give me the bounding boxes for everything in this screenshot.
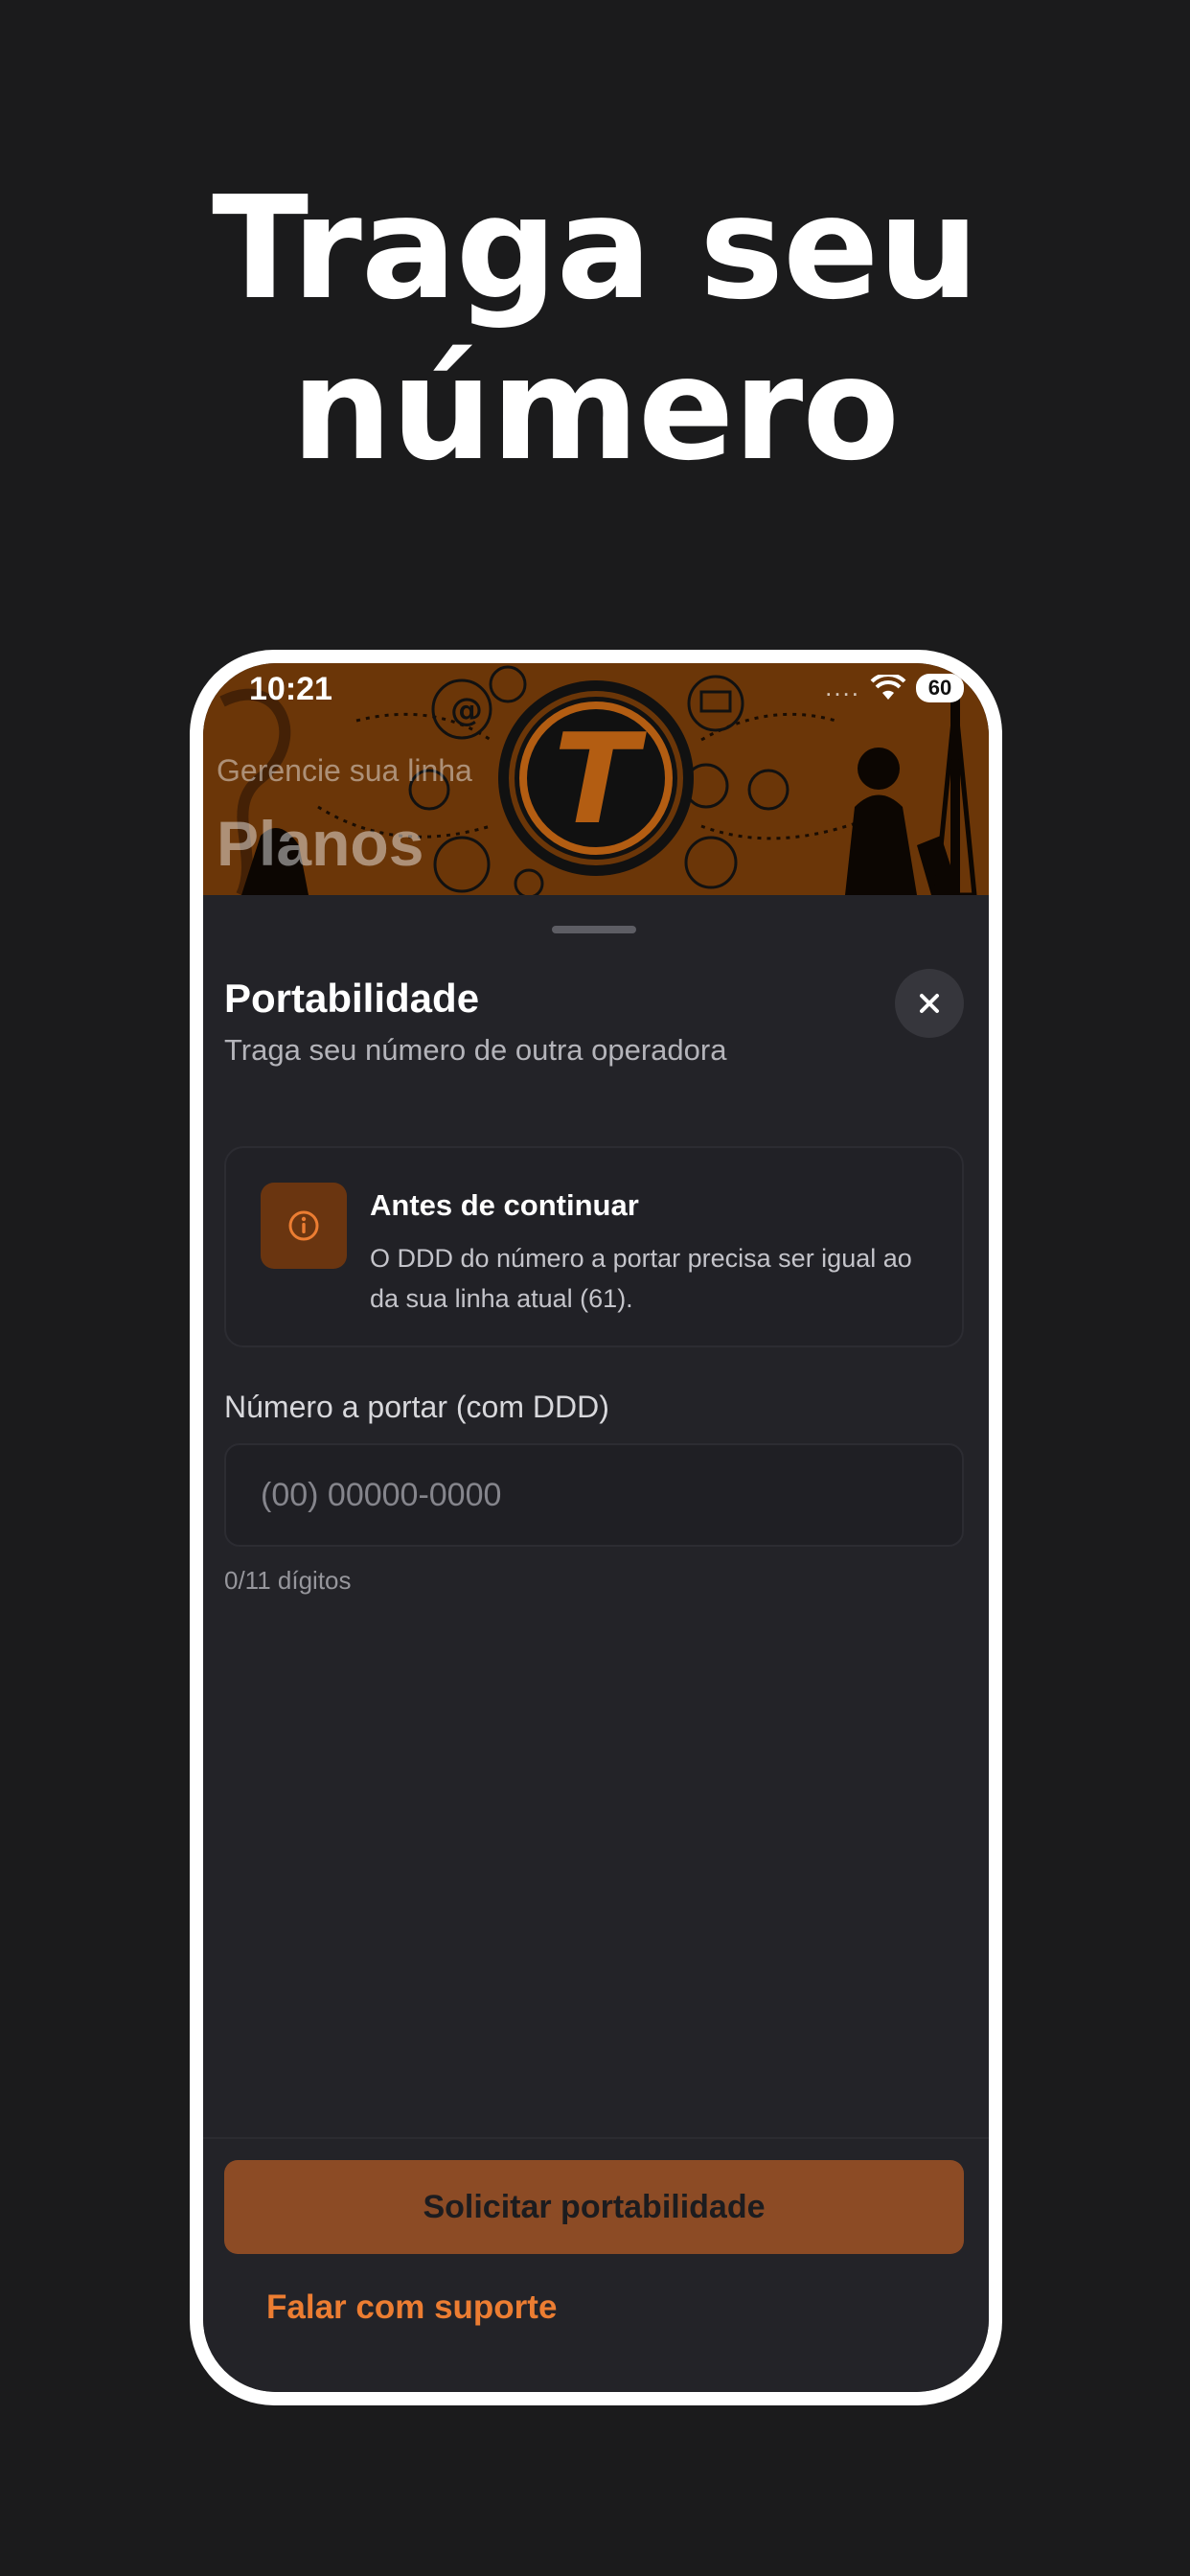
info-body: O DDD do número a portar precisa ser igu… bbox=[370, 1244, 912, 1313]
support-link[interactable]: Falar com suporte bbox=[266, 2288, 557, 2327]
info-card: Antes de continuar O DDD do número a por… bbox=[224, 1146, 964, 1347]
signal-icon: .... bbox=[825, 673, 860, 702]
request-portability-button[interactable]: Solicitar portabilidade bbox=[224, 2160, 964, 2254]
phone-number-label: Número a portar (com DDD) bbox=[224, 1390, 609, 1424]
info-title: Antes de continuar bbox=[370, 1188, 639, 1222]
info-icon-badge bbox=[261, 1183, 347, 1269]
close-button[interactable] bbox=[895, 969, 964, 1038]
digit-counter: 0/11 dígitos bbox=[224, 1566, 352, 1595]
headline-line-2: número bbox=[291, 327, 900, 492]
phone-screen: @ T 10:21 .... 60 Gerencie sua linha Pla… bbox=[203, 663, 989, 2392]
footer-divider bbox=[203, 2137, 989, 2139]
hero-banner: @ T 10:21 .... 60 Gerencie sua linha Pla… bbox=[203, 663, 989, 895]
headline-line-1: Traga seu bbox=[212, 166, 979, 331]
phone-frame: @ T 10:21 .... 60 Gerencie sua linha Pla… bbox=[190, 650, 1002, 2405]
status-time: 10:21 bbox=[249, 671, 332, 707]
app-store-screenshot: Traga seu número @ T 10:21 .... 60 Geren… bbox=[0, 0, 1190, 2576]
sheet-title: Portabilidade bbox=[224, 976, 480, 1021]
battery-icon: 60 bbox=[916, 673, 964, 702]
sheet-subtitle: Traga seu número de outra operadora bbox=[224, 1033, 727, 1067]
status-icons: .... 60 bbox=[825, 673, 964, 702]
hero-subtitle: Gerencie sua linha bbox=[217, 753, 472, 788]
svg-text:@: @ bbox=[450, 691, 483, 729]
hero-title: Planos bbox=[217, 808, 424, 879]
sheet-grabber[interactable] bbox=[552, 926, 636, 933]
wifi-icon bbox=[870, 674, 906, 700]
phone-number-input[interactable] bbox=[224, 1443, 964, 1547]
hero-logo-letter: T bbox=[554, 706, 648, 852]
info-icon bbox=[288, 1210, 319, 1241]
portability-sheet: Portabilidade Traga seu número de outra … bbox=[203, 895, 989, 2392]
headline: Traga seu número bbox=[0, 168, 1190, 490]
close-icon bbox=[920, 994, 939, 1013]
